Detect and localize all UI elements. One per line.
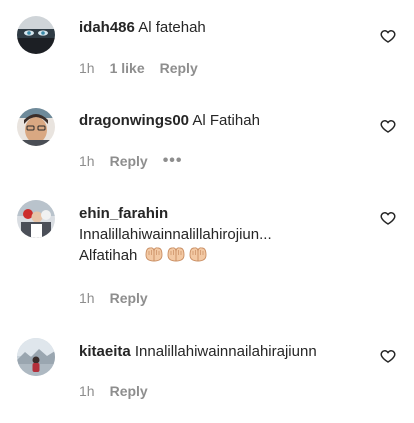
comment-body: Al fatehah bbox=[138, 19, 206, 36]
palms-up-together-icon bbox=[166, 245, 186, 263]
comment-meta: 1h Reply bbox=[79, 290, 163, 306]
comment-body: Innalillahiwainnailahirajiunn bbox=[134, 343, 317, 360]
comment-username[interactable]: kitaeita bbox=[79, 343, 131, 360]
comment-body: Al Fatihah bbox=[192, 112, 260, 129]
comment-body: Innalillahiwainnalillahirojiun... bbox=[79, 226, 272, 243]
avatar[interactable] bbox=[17, 338, 55, 376]
reply-button[interactable]: Reply bbox=[110, 383, 148, 399]
comment-time: 1h bbox=[79, 153, 95, 169]
reply-button[interactable]: Reply bbox=[110, 290, 148, 306]
avatar[interactable] bbox=[17, 108, 55, 146]
heart-outline-icon[interactable] bbox=[380, 348, 396, 364]
comment-text: kitaeita Innalillahiwainnailahirajiunn bbox=[79, 341, 369, 362]
heart-outline-icon[interactable] bbox=[380, 28, 396, 44]
comment-meta: 1h Reply ••• bbox=[79, 153, 198, 170]
comment-username[interactable]: idah486 bbox=[79, 19, 135, 36]
avatar[interactable] bbox=[17, 200, 55, 238]
comment-username[interactable]: dragonwings00 bbox=[79, 112, 189, 129]
avatar[interactable] bbox=[17, 16, 55, 54]
comment-time: 1h bbox=[79, 290, 95, 306]
comment-text: idah486 Al fatehah bbox=[79, 17, 369, 38]
likes-count[interactable]: 1 like bbox=[110, 60, 145, 76]
comment-username[interactable]: ehin_farahin bbox=[79, 205, 168, 222]
more-options-icon[interactable]: ••• bbox=[163, 153, 183, 169]
reply-button[interactable]: Reply bbox=[160, 60, 198, 76]
comment-text: dragonwings00 Al Fatihah bbox=[79, 110, 369, 131]
comment-time: 1h bbox=[79, 383, 95, 399]
heart-outline-icon[interactable] bbox=[380, 210, 396, 226]
comment-text: ehin_farahin Innalillahiwainnalillahiroj… bbox=[79, 203, 369, 266]
palms-up-together-icon bbox=[144, 245, 164, 263]
comment-body: Alfatihah bbox=[79, 247, 138, 264]
comment-time: 1h bbox=[79, 60, 95, 76]
palms-up-together-icon bbox=[188, 245, 208, 263]
comment-meta: 1h 1 like Reply bbox=[79, 60, 213, 76]
heart-outline-icon[interactable] bbox=[380, 118, 396, 134]
reply-button[interactable]: Reply bbox=[110, 153, 148, 169]
comment-meta: 1h Reply bbox=[79, 383, 163, 399]
